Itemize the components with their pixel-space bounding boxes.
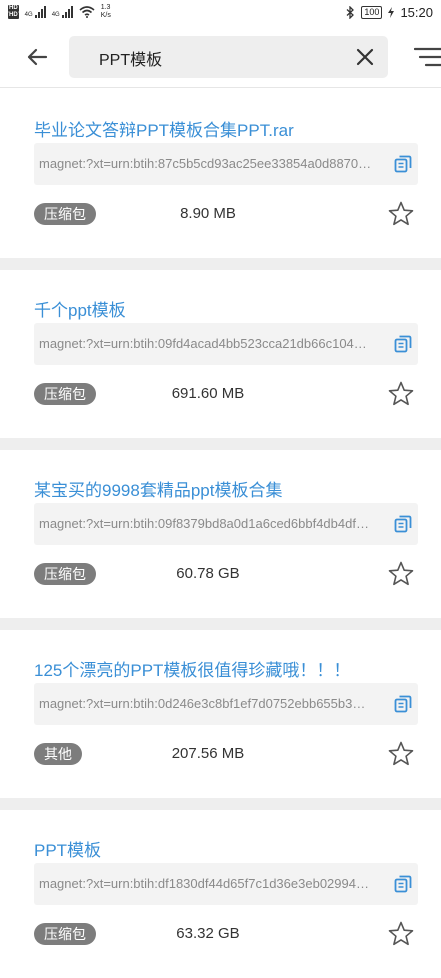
network-speed: 1.3 K/s [101, 4, 111, 20]
magnet-box: magnet:?xt=urn:btih:0d246e3c8bf1ef7d0752… [34, 683, 418, 725]
favorite-button[interactable] [387, 920, 415, 948]
favorite-button[interactable] [387, 200, 415, 228]
copy-icon [394, 875, 412, 893]
favorite-button[interactable] [387, 380, 415, 408]
copy-icon [394, 335, 412, 353]
result-title[interactable]: 毕业论文答辩PPT模板合集PPT.rar [34, 116, 294, 141]
result-title[interactable]: PPT模板 [34, 836, 101, 861]
file-type-badge: 压缩包 [34, 923, 96, 945]
file-type-badge: 压缩包 [34, 203, 96, 225]
result-card[interactable]: 某宝买的9998套精品ppt模板合集 magnet:?xt=urn:btih:0… [0, 450, 441, 618]
copy-icon [394, 515, 412, 533]
status-bar: HD HD 4G 4G 1.3 K/s 100 15:20 [0, 0, 441, 24]
charging-icon [388, 6, 395, 18]
magnet-box: magnet:?xt=urn:btih:09fd4acad4bb523cca21… [34, 323, 418, 365]
wifi-icon [79, 6, 95, 18]
file-type-badge: 压缩包 [34, 563, 96, 585]
hd-indicator: HD HD [8, 5, 19, 19]
file-size: 207.56 MB [171, 745, 245, 762]
result-card[interactable]: 毕业论文答辩PPT模板合集PPT.rar magnet:?xt=urn:btih… [0, 90, 441, 258]
copy-icon [394, 155, 412, 173]
search-box [69, 36, 388, 80]
result-title[interactable]: 千个ppt模板 [34, 296, 126, 321]
speed-unit: K/s [100, 12, 111, 19]
copy-button[interactable] [393, 154, 413, 174]
search-input[interactable] [97, 36, 341, 80]
close-icon [356, 48, 374, 66]
status-left: HD HD 4G 4G 1.3 K/s [8, 4, 111, 20]
filter-icon [413, 47, 441, 67]
magnet-link: magnet:?xt=urn:btih:df1830df44d65f7c1d36… [39, 876, 369, 891]
star-outline-icon [388, 741, 414, 766]
file-size: 60.78 GB [176, 565, 240, 582]
magnet-box: magnet:?xt=urn:btih:09f8379bd8a0d1a6ced6… [34, 503, 418, 545]
app-bar [0, 28, 441, 88]
bluetooth-icon [346, 5, 355, 19]
star-outline-icon [388, 921, 414, 946]
magnet-box: magnet:?xt=urn:btih:87c5b5cd93ac25ee3385… [34, 143, 418, 185]
result-card[interactable]: 千个ppt模板 magnet:?xt=urn:btih:09fd4acad4bb… [0, 270, 441, 438]
file-type-badge: 压缩包 [34, 383, 96, 405]
favorite-button[interactable] [387, 740, 415, 768]
magnet-link: magnet:?xt=urn:btih:87c5b5cd93ac25ee3385… [39, 156, 372, 171]
magnet-link: magnet:?xt=urn:btih:09fd4acad4bb523cca21… [39, 336, 367, 351]
filter-button[interactable] [413, 46, 441, 68]
divider [0, 258, 441, 270]
result-card[interactable]: PPT模板 magnet:?xt=urn:btih:df1830df44d65f… [0, 810, 441, 978]
status-right: 100 15:20 [346, 5, 433, 20]
hd-bottom: HD [8, 12, 19, 19]
back-button[interactable] [22, 42, 52, 72]
magnet-link: magnet:?xt=urn:btih:09f8379bd8a0d1a6ced6… [39, 516, 369, 531]
file-size: 691.60 MB [171, 385, 245, 402]
clock: 15:20 [400, 4, 433, 20]
copy-button[interactable] [393, 334, 413, 354]
star-outline-icon [388, 561, 414, 586]
copy-icon [394, 695, 412, 713]
magnet-link: magnet:?xt=urn:btih:0d246e3c8bf1ef7d0752… [39, 696, 366, 711]
divider [0, 798, 441, 810]
result-title[interactable]: 125个漂亮的PPT模板很值得珍藏哦！！！ [34, 656, 350, 681]
divider [0, 438, 441, 450]
copy-button[interactable] [393, 694, 413, 714]
result-card[interactable]: 125个漂亮的PPT模板很值得珍藏哦！！！ magnet:?xt=urn:bti… [0, 630, 441, 798]
battery-indicator: 100 [361, 5, 383, 19]
speed-value: 1.3 [100, 4, 111, 11]
star-outline-icon [388, 381, 414, 406]
divider [0, 618, 441, 630]
star-outline-icon [388, 201, 414, 226]
copy-button[interactable] [393, 874, 413, 894]
file-size: 8.90 MB [180, 205, 236, 222]
arrow-back-icon [27, 48, 48, 66]
favorite-button[interactable] [387, 560, 415, 588]
signal-icon-2: 4G [52, 6, 73, 18]
signal-label-2: 4G [51, 12, 60, 18]
file-type-badge: 其他 [34, 743, 82, 765]
hd-top: HD [8, 5, 19, 12]
file-size: 63.32 GB [176, 925, 240, 942]
copy-button[interactable] [393, 514, 413, 534]
clear-search-button[interactable] [356, 48, 374, 66]
signal-icon-1: 4G [25, 6, 46, 18]
signal-label-1: 4G [24, 12, 33, 18]
magnet-box: magnet:?xt=urn:btih:df1830df44d65f7c1d36… [34, 863, 418, 905]
results-list: 毕业论文答辩PPT模板合集PPT.rar magnet:?xt=urn:btih… [0, 90, 441, 978]
result-title[interactable]: 某宝买的9998套精品ppt模板合集 [34, 476, 282, 501]
